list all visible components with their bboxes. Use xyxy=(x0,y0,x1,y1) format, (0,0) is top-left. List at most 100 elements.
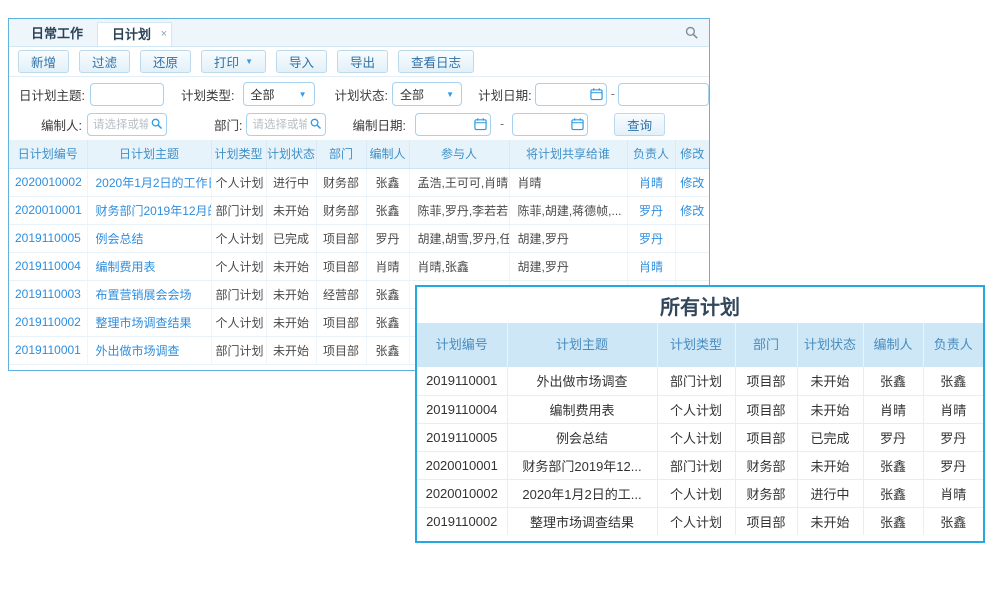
column-header[interactable]: 日计划编号 xyxy=(9,140,87,168)
plan-subject-cell: 外出做市场调查 xyxy=(507,367,657,395)
column-header[interactable]: 计划类型 xyxy=(211,140,266,168)
plan-type-select[interactable]: 全部 ▼ xyxy=(243,82,315,106)
query-button[interactable]: 查询 xyxy=(614,113,665,136)
owner-link[interactable]: 罗丹 xyxy=(627,196,675,224)
plan-id-link[interactable]: 2019110003 xyxy=(9,280,87,308)
column-header[interactable]: 计划状态 xyxy=(266,140,316,168)
add-button[interactable]: 新增 xyxy=(18,50,69,73)
modify-link[interactable]: 修改 xyxy=(675,196,709,224)
restore-button[interactable]: 还原 xyxy=(140,50,191,73)
creator-cell: 张鑫 xyxy=(366,336,409,364)
plan-type-cell: 部门计划 xyxy=(211,336,266,364)
owner-cell: 肖晴 xyxy=(923,479,983,507)
plan-status-cell: 未开始 xyxy=(797,367,863,395)
plan-id-link[interactable]: 2019110004 xyxy=(9,252,87,280)
subject-input[interactable] xyxy=(90,83,164,106)
plan-id-cell: 2019110001 xyxy=(417,367,507,395)
dept-cell: 财务部 xyxy=(316,168,366,196)
dept-cell: 财务部 xyxy=(735,451,797,479)
plan-id-cell: 2020010001 xyxy=(417,451,507,479)
dept-label: 部门: xyxy=(214,115,242,134)
column-header[interactable]: 参与人 xyxy=(409,140,509,168)
creator-cell: 罗丹 xyxy=(366,224,409,252)
column-header[interactable]: 负责人 xyxy=(627,140,675,168)
column-header[interactable]: 修改 xyxy=(675,140,709,168)
plan-date-to-input[interactable] xyxy=(618,83,709,106)
creator-cell: 张鑫 xyxy=(366,168,409,196)
plan-status-cell: 未开始 xyxy=(797,395,863,423)
owner-link[interactable]: 肖晴 xyxy=(627,252,675,280)
plan-type-cell: 个人计划 xyxy=(211,168,266,196)
dept-input[interactable] xyxy=(246,113,326,136)
tab-daily-work[interactable]: 日常工作 xyxy=(17,22,97,46)
column-header: 计划主题 xyxy=(507,323,657,367)
dept-cell: 经营部 xyxy=(316,280,366,308)
participants-cell: 肖晴,张鑫 xyxy=(409,252,509,280)
plan-subject-link[interactable]: 2020年1月2日的工作日... xyxy=(87,168,211,196)
plan-id-link[interactable]: 2020010002 xyxy=(9,168,87,196)
search-icon[interactable] xyxy=(685,26,699,40)
range-separator: - xyxy=(500,117,504,131)
plan-type-cell: 个人计划 xyxy=(657,507,735,535)
plan-subject-link[interactable]: 整理市场调查结果 xyxy=(87,308,211,336)
plan-subject-link[interactable]: 布置营销展会会场 xyxy=(87,280,211,308)
column-header[interactable]: 日计划主题 xyxy=(87,140,211,168)
print-button[interactable]: 打印▼ xyxy=(201,50,266,73)
plan-status-cell: 未开始 xyxy=(797,451,863,479)
plan-subject-link[interactable]: 外出做市场调查 xyxy=(87,336,211,364)
dept-cell: 项目部 xyxy=(316,224,366,252)
owner-cell: 张鑫 xyxy=(923,367,983,395)
tab-bar: 日常工作 日计划 × xyxy=(9,19,709,47)
column-header: 负责人 xyxy=(923,323,983,367)
column-header[interactable]: 将计划共享给谁 xyxy=(509,140,627,168)
owner-link[interactable]: 肖晴 xyxy=(627,168,675,196)
plan-status-select[interactable]: 全部 ▼ xyxy=(392,82,462,106)
view-log-button[interactable]: 查看日志 xyxy=(398,50,474,73)
column-header: 编制人 xyxy=(863,323,923,367)
dept-cell: 财务部 xyxy=(735,479,797,507)
plan-subject-link[interactable]: 例会总结 xyxy=(87,224,211,252)
modify-link[interactable]: 修改 xyxy=(675,168,709,196)
creator-input[interactable] xyxy=(87,113,167,136)
plan-id-link[interactable]: 2019110002 xyxy=(9,308,87,336)
plan-subject-cell: 编制费用表 xyxy=(507,395,657,423)
plan-id-link[interactable]: 2019110001 xyxy=(9,336,87,364)
shared-with-cell: 胡建,罗丹 xyxy=(509,252,627,280)
column-header[interactable]: 编制人 xyxy=(366,140,409,168)
plan-type-cell: 个人计划 xyxy=(657,479,735,507)
creator-cell: 张鑫 xyxy=(863,367,923,395)
plan-row: 2019110001外出做市场调查部门计划项目部未开始张鑫张鑫 xyxy=(417,367,983,395)
plan-subject-cell: 财务部门2019年12... xyxy=(507,451,657,479)
table-row[interactable]: 20200100022020年1月2日的工作日...个人计划进行中财务部张鑫孟浩… xyxy=(9,168,709,196)
create-date-from-input[interactable] xyxy=(415,113,491,136)
table-row[interactable]: 2019110004编制费用表个人计划未开始项目部肖晴肖晴,张鑫胡建,罗丹肖晴 xyxy=(9,252,709,280)
import-button[interactable]: 导入 xyxy=(276,50,327,73)
filter-row-1: 日计划主题: 计划类型: 全部 ▼ 计划状态: 全部 ▼ 计划日期: xyxy=(9,79,709,109)
plan-subject-cell: 整理市场调查结果 xyxy=(507,507,657,535)
plan-id-link[interactable]: 2019110005 xyxy=(9,224,87,252)
overlay-title: 所有计划 xyxy=(417,287,983,323)
creator-cell: 张鑫 xyxy=(366,308,409,336)
table-row[interactable]: 2020010001财务部门2019年12月的...部门计划未开始财务部张鑫陈菲… xyxy=(9,196,709,224)
shared-with-cell: 肖晴 xyxy=(509,168,627,196)
dept-cell: 项目部 xyxy=(735,367,797,395)
plan-subject-link[interactable]: 财务部门2019年12月的... xyxy=(87,196,211,224)
plan-date-from-input[interactable] xyxy=(535,83,607,106)
column-header: 计划状态 xyxy=(797,323,863,367)
column-header[interactable]: 部门 xyxy=(316,140,366,168)
table-row[interactable]: 2019110005例会总结个人计划已完成项目部罗丹胡建,胡雪,罗丹,任晓...… xyxy=(9,224,709,252)
owner-cell: 张鑫 xyxy=(923,507,983,535)
plan-status-cell: 未开始 xyxy=(266,196,316,224)
dept-cell: 项目部 xyxy=(316,336,366,364)
plan-subject-cell: 2020年1月2日的工... xyxy=(507,479,657,507)
plan-id-link[interactable]: 2020010001 xyxy=(9,196,87,224)
filter-button[interactable]: 过滤 xyxy=(79,50,130,73)
dept-cell: 项目部 xyxy=(316,252,366,280)
close-icon[interactable]: × xyxy=(161,22,167,46)
owner-link[interactable]: 罗丹 xyxy=(627,224,675,252)
plan-row: 20200100022020年1月2日的工...个人计划财务部进行中张鑫肖晴 xyxy=(417,479,983,507)
tab-daily-plan[interactable]: 日计划 × xyxy=(97,22,172,46)
plan-subject-link[interactable]: 编制费用表 xyxy=(87,252,211,280)
export-button[interactable]: 导出 xyxy=(337,50,388,73)
create-date-to-input[interactable] xyxy=(512,113,588,136)
